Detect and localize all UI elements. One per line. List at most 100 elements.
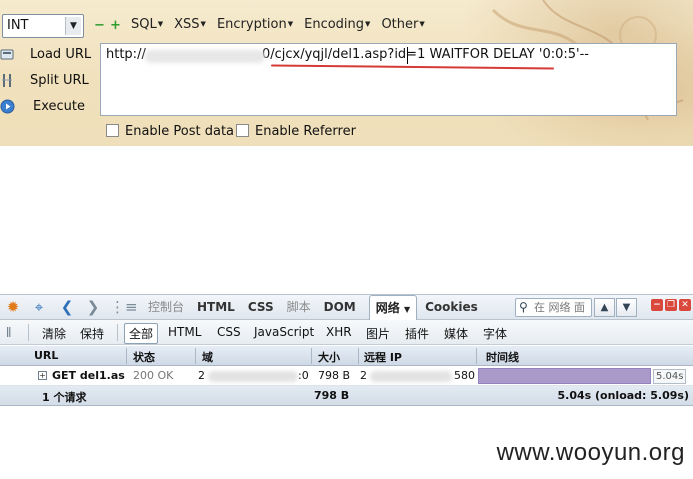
tab-cookies[interactable]: Cookies xyxy=(425,295,478,320)
filter-all[interactable]: 全部 xyxy=(124,323,159,344)
caret-icon: ▼ xyxy=(287,20,294,28)
request-ip-start: 2 xyxy=(360,369,367,382)
divider xyxy=(195,348,196,364)
ip-redaction xyxy=(370,371,452,382)
checkbox-box[interactable] xyxy=(106,124,119,137)
caret-icon: ▼ xyxy=(365,20,371,28)
url-textarea[interactable]: http:// 0/cjcx/yqjl/del1.asp?id=1 WAITFO… xyxy=(100,43,677,116)
enable-referrer-label: Enable Referrer xyxy=(255,124,356,139)
timeline-bar xyxy=(478,368,651,384)
enable-post-label: Enable Post data xyxy=(125,124,235,139)
column-size[interactable]: 大小 xyxy=(318,349,340,365)
divider xyxy=(28,324,29,341)
minus-icon[interactable]: − xyxy=(94,19,105,32)
menu-xss[interactable]: XSS▼ xyxy=(174,17,206,32)
filter-plugins[interactable]: 插件 xyxy=(405,325,429,342)
total-timing: 5.04s (onload: 5.09s) xyxy=(557,389,689,402)
inspect-element-icon[interactable]: ⌖ xyxy=(30,299,48,316)
filter-media[interactable]: 媒体 xyxy=(444,325,468,342)
menu-encryption[interactable]: Encryption▼ xyxy=(217,17,293,32)
column-domain[interactable]: 域 xyxy=(202,349,213,365)
firebug-tabs: 控制台 HTML CSS 脚本 DOM 网络 ▼ Cookies xyxy=(148,295,491,320)
domain-redaction xyxy=(208,371,298,382)
load-url-icon xyxy=(0,49,14,60)
search-next-button[interactable]: ▼ xyxy=(616,298,637,317)
execute-play-icon xyxy=(0,99,15,114)
filter-fonts[interactable]: 字体 xyxy=(483,325,507,342)
persist-button[interactable]: 保持 xyxy=(80,325,104,342)
plus-icon[interactable]: + xyxy=(110,19,121,32)
request-size: 798 B xyxy=(318,369,351,382)
request-count: 1 个请求 xyxy=(42,391,87,404)
filter-javascript[interactable]: JavaScript xyxy=(254,325,314,339)
net-search-input[interactable]: ⚲ 在 网络 面 xyxy=(515,298,592,317)
firebug-bug-icon[interactable]: ✹ xyxy=(4,299,22,316)
url-path: /cjcx/yqjl/del1.asp?id=1 xyxy=(270,47,426,62)
expand-plus-icon[interactable]: + xyxy=(38,371,47,380)
column-status[interactable]: 状态 xyxy=(133,349,155,365)
encoding-select-value: INT xyxy=(7,18,29,33)
divider xyxy=(126,348,127,364)
total-size: 798 B xyxy=(314,389,350,402)
text-caret xyxy=(407,47,408,64)
enable-referrer-checkbox[interactable]: Enable Referrer xyxy=(236,124,356,139)
enable-post-checkbox[interactable]: Enable Post data xyxy=(106,124,234,139)
tab-css[interactable]: CSS xyxy=(248,295,274,320)
filter-images[interactable]: 图片 xyxy=(366,325,390,342)
divider xyxy=(476,348,477,364)
load-url-label: Load URL xyxy=(30,47,92,62)
menu-sql[interactable]: SQL▼ xyxy=(131,17,163,32)
encoding-select[interactable]: INT ▼ xyxy=(2,14,84,38)
net-table-header: URL 状态 域 大小 远程 IP 时间线 xyxy=(0,346,693,366)
tab-script[interactable]: 脚本 xyxy=(287,295,311,320)
url-redaction xyxy=(145,50,265,63)
execute-button[interactable]: Execute xyxy=(0,96,92,118)
hackbar-panel: INT ▼ − + SQL▼ XSS▼ Encryption▼ Encoding… xyxy=(0,0,693,146)
forward-arrow-icon[interactable]: ❯ xyxy=(84,299,102,316)
detach-icon[interactable]: ❐ xyxy=(665,299,677,311)
command-line-icon[interactable]: ⋮≡ xyxy=(110,299,138,316)
tab-dom[interactable]: DOM xyxy=(324,295,356,320)
search-placeholder: 在 网络 面 xyxy=(534,301,585,314)
divider xyxy=(117,324,118,341)
request-domain-end: :0 xyxy=(298,369,309,382)
caret-icon: ▼ xyxy=(419,20,425,28)
back-arrow-icon[interactable]: ❮ xyxy=(58,299,76,316)
clear-button[interactable]: 清除 xyxy=(42,325,66,342)
column-url[interactable]: URL xyxy=(34,349,58,362)
minimize-icon[interactable]: − xyxy=(651,299,663,311)
checkbox-box[interactable] xyxy=(236,124,249,137)
filter-css[interactable]: CSS xyxy=(217,325,241,339)
tab-net[interactable]: 网络 ▼ xyxy=(368,295,418,320)
split-url-label: Split URL xyxy=(30,73,89,88)
split-url-button[interactable]: Split URL xyxy=(0,70,92,92)
net-subtoolbar: ǁ 清除 保持 全部 HTML CSS JavaScript XHR 图片 插件… xyxy=(0,320,693,345)
url-prefix: http:// xyxy=(106,47,146,62)
red-underline-annotation xyxy=(270,64,555,70)
tab-html[interactable]: HTML xyxy=(197,295,235,320)
request-url[interactable]: GET del1.as xyxy=(52,369,125,382)
chevron-down-icon: ▼ xyxy=(65,17,81,35)
table-row[interactable]: + GET del1.as 200 OK 2 :0 798 B 2 580 5.… xyxy=(0,366,693,386)
filter-xhr[interactable]: XHR xyxy=(326,325,352,339)
xhr-breakpoint-icon[interactable]: ǁ xyxy=(6,325,11,338)
hackbar-menu: SQL▼ XSS▼ Encryption▼ Encoding▼ Other▼ xyxy=(131,17,436,32)
net-summary-row: 1 个请求 798 B 5.04s (onload: 5.09s) xyxy=(0,386,693,406)
caret-icon: ▼ xyxy=(157,20,164,28)
tab-console[interactable]: 控制台 xyxy=(148,295,184,320)
menu-other[interactable]: Other▼ xyxy=(381,17,424,32)
column-remote-ip[interactable]: 远程 IP xyxy=(364,349,402,365)
request-ip-end: 580 xyxy=(454,369,475,382)
split-url-icon xyxy=(2,74,12,87)
column-timeline[interactable]: 时间线 xyxy=(486,349,519,365)
request-domain-start: 2 xyxy=(198,369,205,382)
filter-html[interactable]: HTML xyxy=(168,325,201,339)
close-icon[interactable]: ✕ xyxy=(679,299,691,311)
search-prev-button[interactable]: ▲ xyxy=(594,298,615,317)
url-payload: WAITFOR DELAY '0:0:5'-- xyxy=(425,47,589,62)
caret-icon: ▼ xyxy=(200,20,206,28)
menu-encoding[interactable]: Encoding▼ xyxy=(304,17,370,32)
search-icon: ⚲ xyxy=(519,300,528,314)
watermark-text: www.wooyun.org xyxy=(496,439,685,466)
load-url-button[interactable]: Load URL xyxy=(0,44,92,66)
